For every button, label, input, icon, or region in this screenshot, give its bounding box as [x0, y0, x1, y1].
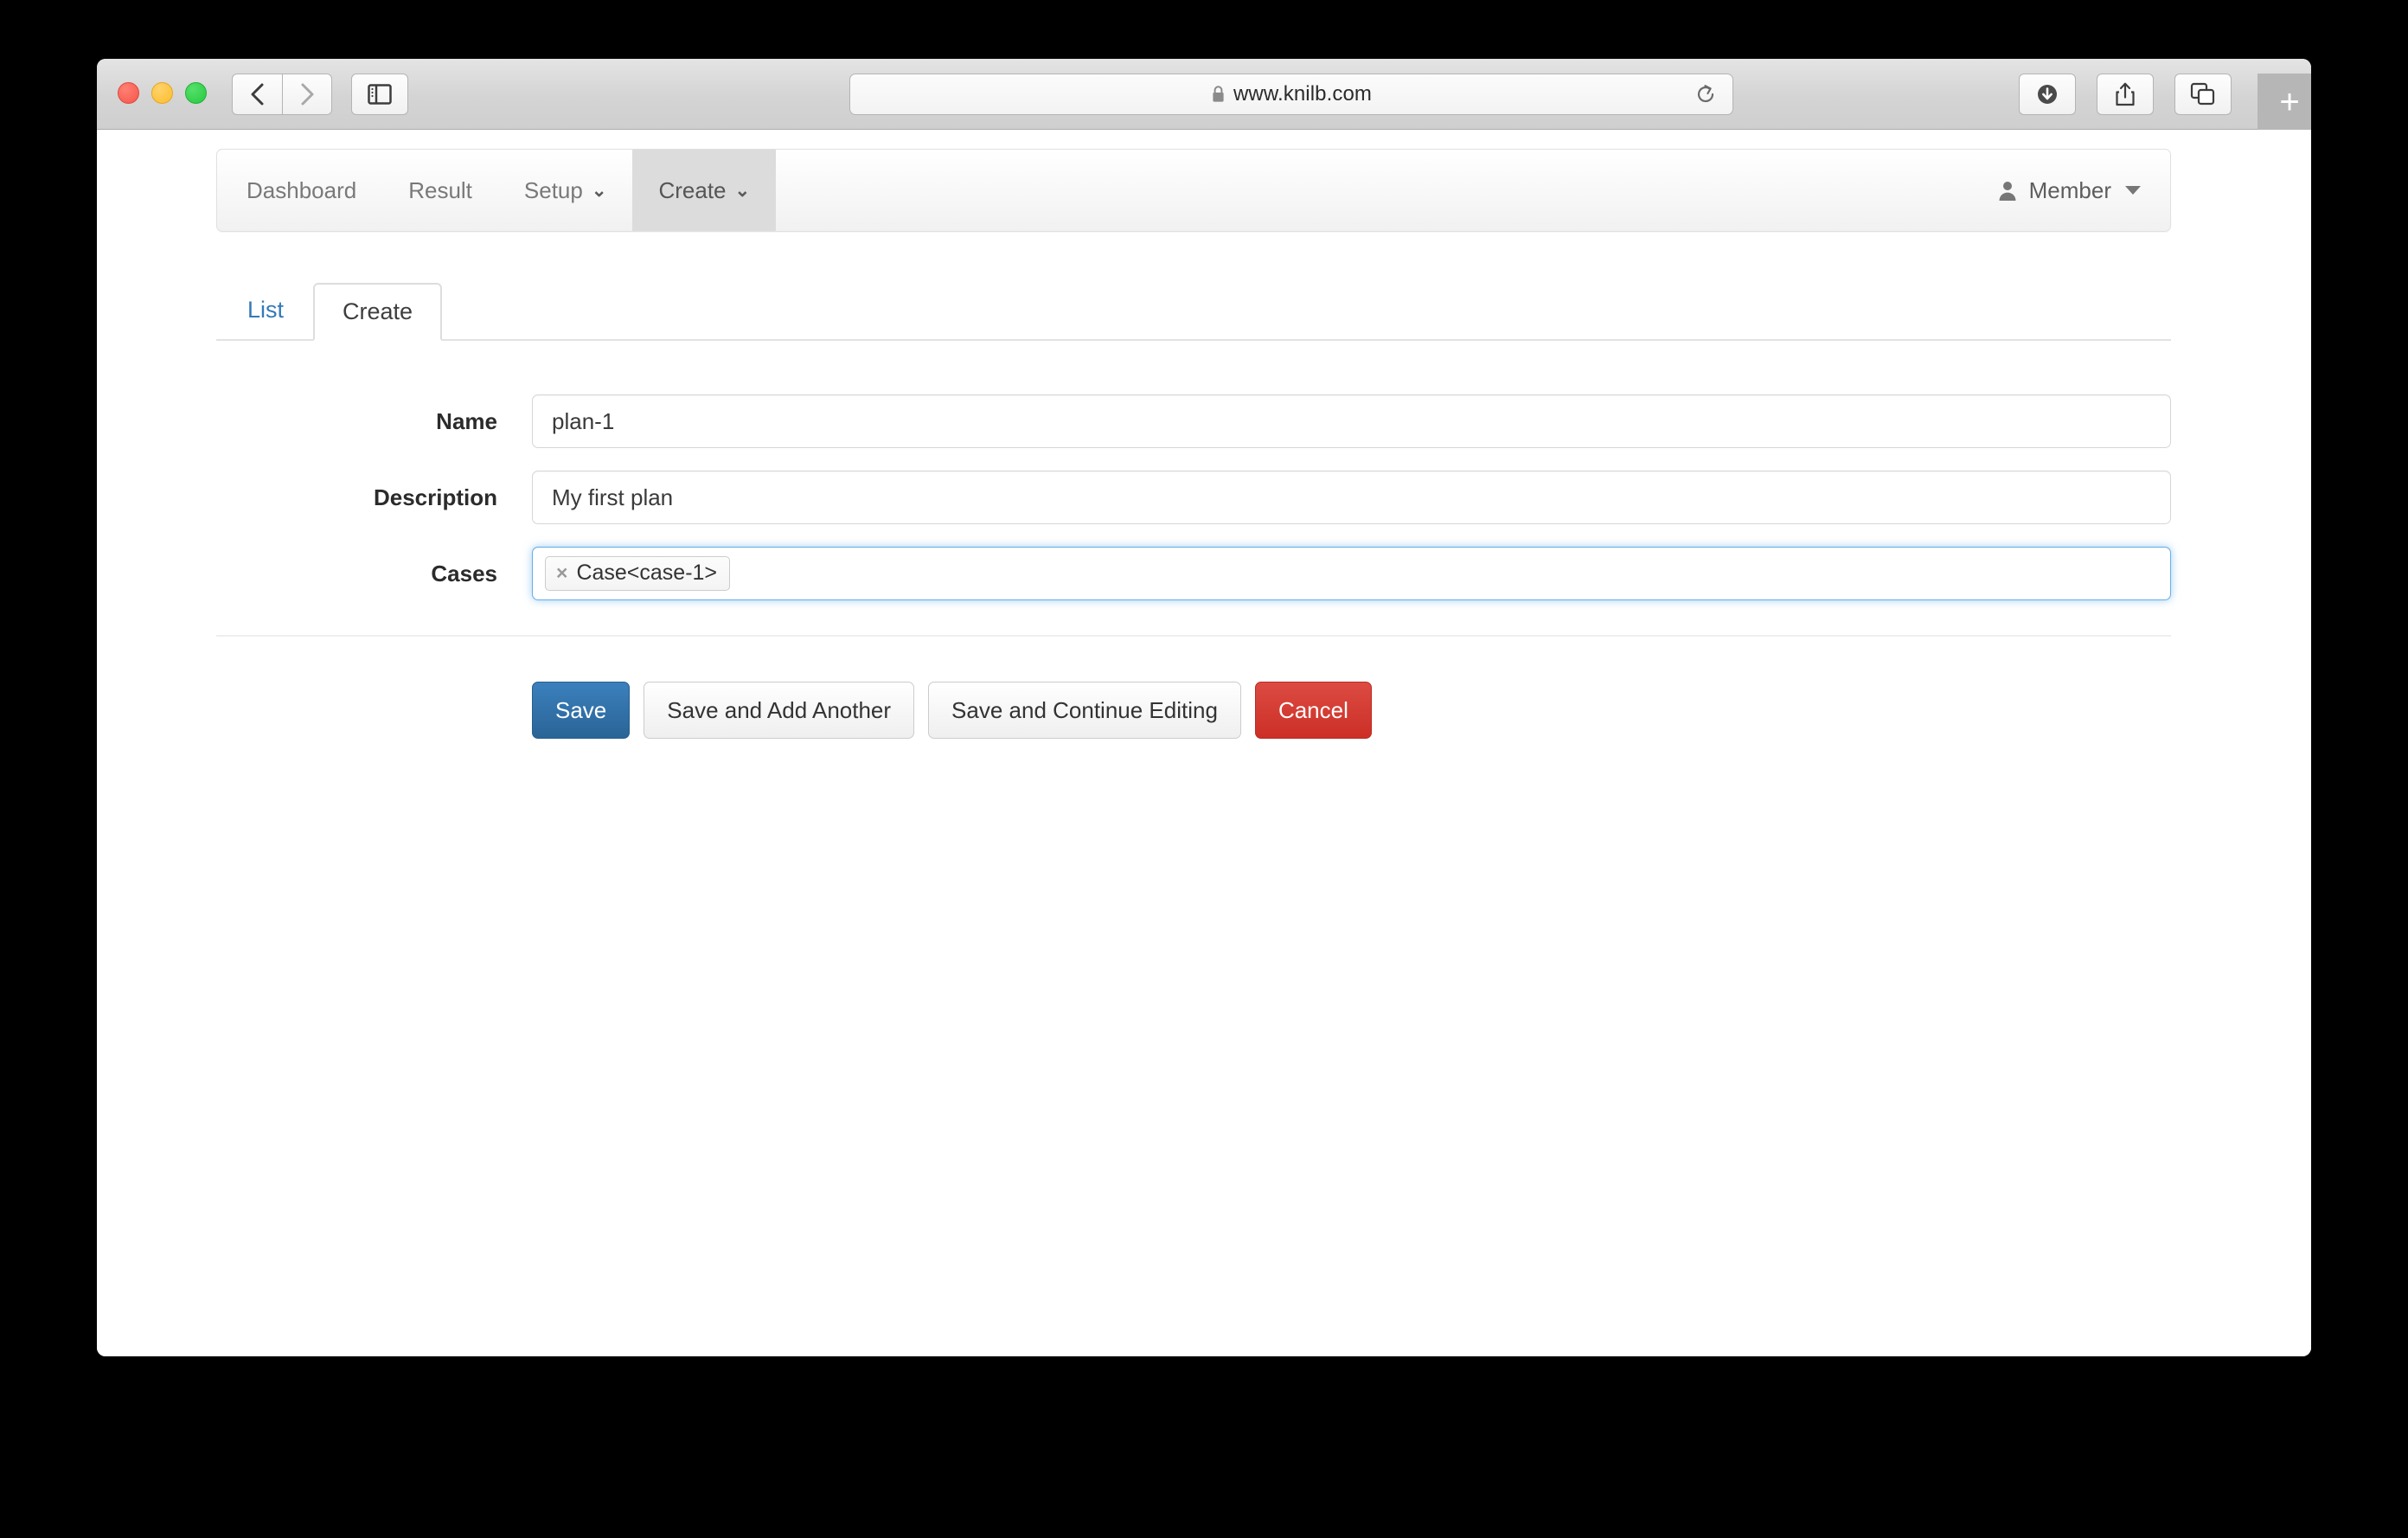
- reload-button[interactable]: [1694, 83, 1717, 106]
- reload-icon: [1697, 85, 1714, 103]
- nav-item-create[interactable]: Create ⌄: [632, 150, 777, 231]
- chevron-down-icon: ⌄: [734, 180, 751, 201]
- app-navbar: Dashboard Result Setup ⌄ Create ⌄ Member: [216, 149, 2171, 232]
- user-icon: [1999, 182, 2016, 201]
- save-and-continue-editing-button[interactable]: Save and Continue Editing: [928, 682, 1241, 739]
- tab-label: List: [247, 297, 285, 323]
- save-button-label: Save: [555, 697, 607, 723]
- share-button[interactable]: [2097, 74, 2154, 115]
- form-row-description: Description My first plan: [216, 471, 2171, 524]
- name-input[interactable]: plan-1: [532, 394, 2171, 448]
- name-input-value: plan-1: [552, 407, 615, 434]
- tab-overview-button[interactable]: [2174, 74, 2232, 115]
- tab-label: Create: [343, 298, 413, 324]
- cancel-button-label: Cancel: [1278, 697, 1348, 723]
- case-tag-label: Case<case-1>: [576, 561, 718, 585]
- form-divider: [216, 635, 2171, 637]
- chevron-down-icon: ⌄: [591, 180, 607, 201]
- form-row-name: Name plan-1: [216, 394, 2171, 448]
- nav-item-result[interactable]: Result: [382, 150, 498, 231]
- downloads-button[interactable]: [2019, 74, 2076, 115]
- browser-window: www.knilb.com + Dashboard Result Setup ⌄…: [97, 59, 2311, 1356]
- chevron-right-icon: [301, 83, 314, 106]
- browser-toolbar: www.knilb.com +: [97, 59, 2311, 131]
- content-container: Dashboard Result Setup ⌄ Create ⌄ Member…: [216, 130, 2171, 739]
- cancel-button[interactable]: Cancel: [1254, 682, 1372, 739]
- nav-item-dashboard[interactable]: Dashboard: [217, 150, 382, 231]
- url-text: www.knilb.com: [1233, 82, 1372, 106]
- sidebar-toggle-icon: [368, 84, 392, 105]
- sidebar-toggle-button[interactable]: [351, 74, 408, 115]
- cases-label: Cases: [431, 560, 497, 586]
- chevron-down-icon: [2125, 186, 2141, 195]
- page-content: Dashboard Result Setup ⌄ Create ⌄ Member…: [97, 130, 2311, 1356]
- new-tab-button[interactable]: +: [2258, 74, 2311, 131]
- description-input-value: My first plan: [552, 484, 674, 510]
- save-and-add-another-button[interactable]: Save and Add Another: [644, 682, 915, 739]
- nav-item-label: Setup: [523, 176, 583, 203]
- close-window-button[interactable]: [118, 82, 139, 104]
- form-row-cases: Cases × Case<case-1>: [216, 547, 2171, 600]
- save-and-continue-editing-label: Save and Continue Editing: [951, 697, 1218, 723]
- tab-overview-icon: [2190, 82, 2215, 106]
- download-icon: [2038, 85, 2057, 104]
- tab-create[interactable]: Create: [313, 283, 443, 341]
- back-button[interactable]: [232, 74, 282, 115]
- content-tabs: List Create: [216, 273, 2171, 341]
- nav-item-label: Dashboard: [247, 176, 357, 203]
- share-icon: [2116, 82, 2135, 106]
- cases-input[interactable]: × Case<case-1>: [532, 547, 2171, 600]
- nav-item-label: Result: [408, 176, 472, 203]
- user-menu[interactable]: Member: [1996, 150, 2170, 231]
- maximize-window-button[interactable]: [185, 82, 207, 104]
- forward-button[interactable]: [282, 74, 332, 115]
- lock-icon: [1213, 86, 1224, 102]
- nav-item-setup[interactable]: Setup ⌄: [498, 150, 633, 231]
- case-tag[interactable]: × Case<case-1>: [545, 556, 731, 591]
- address-text-group: www.knilb.com: [1211, 82, 1372, 106]
- new-tab-label: +: [2279, 83, 2300, 121]
- window-controls: [118, 82, 207, 104]
- save-and-add-another-label: Save and Add Another: [667, 697, 892, 723]
- chevron-left-icon: [251, 83, 263, 106]
- tab-list[interactable]: List: [218, 281, 313, 339]
- save-button[interactable]: Save: [532, 682, 631, 739]
- create-plan-form: Name plan-1 Description My first plan Ca…: [216, 394, 2171, 739]
- remove-tag-icon[interactable]: ×: [556, 563, 567, 583]
- user-menu-label: Member: [2028, 176, 2111, 203]
- address-bar[interactable]: www.knilb.com: [849, 74, 1733, 115]
- description-input[interactable]: My first plan: [532, 471, 2171, 524]
- name-label: Name: [436, 407, 497, 434]
- navbar-items: Dashboard Result Setup ⌄ Create ⌄: [217, 150, 777, 231]
- description-label: Description: [373, 484, 497, 510]
- minimize-window-button[interactable]: [151, 82, 173, 104]
- nav-item-label: Create: [658, 176, 727, 203]
- form-actions: Save Save and Add Another Save and Conti…: [216, 682, 2171, 739]
